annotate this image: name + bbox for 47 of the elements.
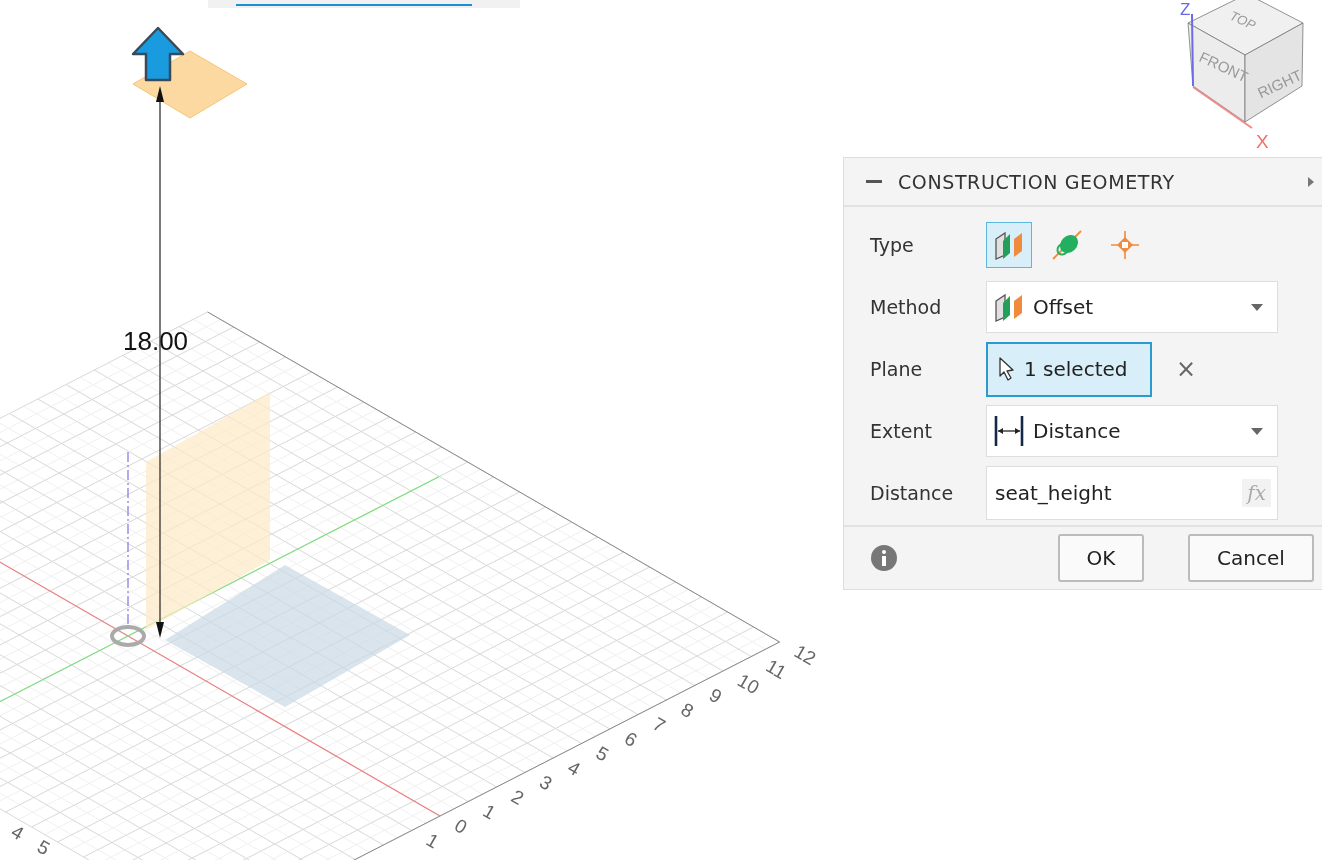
field-label: Extent [870,420,933,442]
grid-label: 8 [677,698,698,723]
cube-face-label: TOP [1227,8,1258,33]
caret-icon [1251,427,1263,435]
field-label: Type [870,234,915,256]
grid-label: 6 [620,727,641,752]
distance-icon [993,415,1025,447]
expression-field[interactable]: seat_height fx [986,466,1278,520]
info-icon[interactable] [870,544,898,572]
clear-button[interactable]: × [1172,355,1201,383]
point-icon [1109,229,1141,261]
plane-icon [993,229,1025,261]
grid-label: 1 [479,800,500,824]
grid-label: 9 [705,684,726,708]
grid-label: 5 [592,742,613,766]
dialog-button[interactable]: Cancel [1188,534,1314,582]
dropdown[interactable]: Distance [986,405,1278,457]
dialog-button[interactable]: OK [1058,534,1144,582]
type-button[interactable] [986,222,1032,268]
grid-label: 4 [7,820,28,845]
field-label: Method [870,296,943,318]
expand-arrow-icon[interactable] [1308,176,1314,187]
grid-label: 2 [507,785,528,810]
grid-label: 3 [536,771,556,795]
grid-label: 7 [649,713,669,737]
x-axis-line [1192,86,1253,129]
field-label: Distance [870,482,955,504]
panel-title: CONSTRUCTION GEOMETRY [898,170,1176,193]
axis-icon [1051,229,1083,261]
plane-icon [993,291,1025,323]
toolbar-field[interactable] [208,0,520,8]
grid-label: 0 [451,814,471,839]
caret-icon [1251,303,1263,311]
axis-label: Z [1180,0,1191,19]
grid-label: 10 [734,669,763,699]
origin-ring [110,625,146,647]
grid-label: 1 [422,829,443,853]
field-label: Plane [870,358,924,380]
grid-label: 12 [790,640,820,670]
grid-label: 11 [762,655,790,684]
drag-arrow-handle[interactable] [131,26,185,82]
dropdown[interactable]: Offset [986,281,1278,333]
selection-button[interactable]: 1 selected [986,341,1152,397]
axis-label: X [1256,131,1269,152]
grid-label: 4 [564,756,584,781]
grid-label: 5 [33,835,54,860]
cursor-icon [998,356,1016,382]
